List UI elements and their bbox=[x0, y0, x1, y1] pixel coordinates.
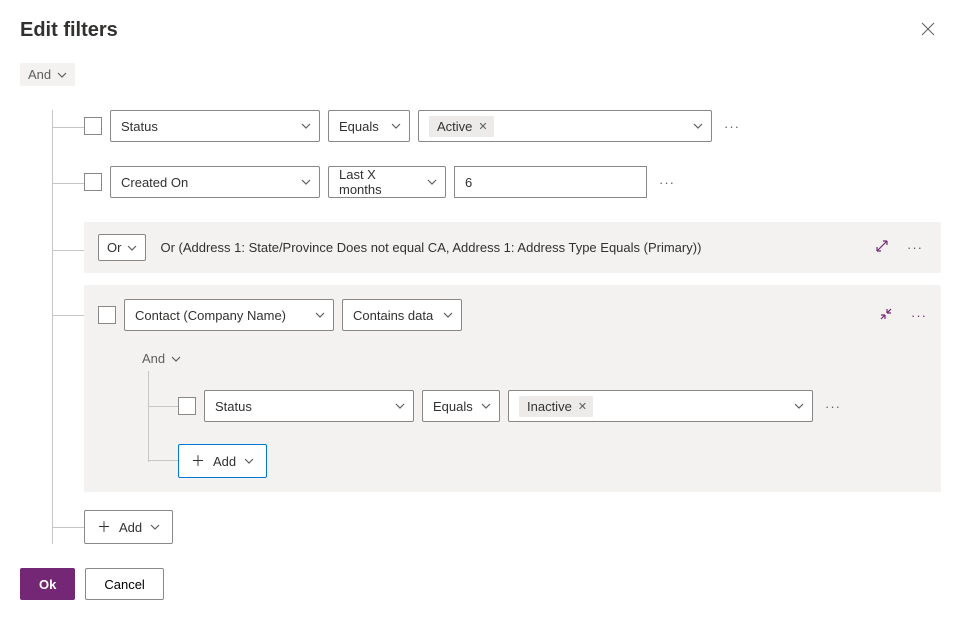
chevron-down-icon bbox=[150, 524, 160, 530]
row-checkbox[interactable] bbox=[84, 117, 102, 135]
tree-line bbox=[52, 250, 84, 251]
chevron-down-icon bbox=[127, 245, 137, 251]
operator-select[interactable]: Equals bbox=[422, 390, 500, 422]
tree-line bbox=[52, 315, 84, 316]
chip-remove-icon[interactable]: ✕ bbox=[578, 400, 587, 413]
filter-row: Status Equals Inactive bbox=[138, 390, 927, 422]
operator-label: Contains data bbox=[353, 308, 433, 323]
chevron-down-icon bbox=[794, 403, 804, 409]
filter-row: Created On Last X months 6 ··· bbox=[44, 166, 941, 198]
chevron-down-icon bbox=[395, 403, 405, 409]
filter-tree: Status Equals Active ✕ ··· bbox=[20, 110, 941, 544]
close-icon[interactable] bbox=[915, 16, 941, 45]
plus-icon: ＋ bbox=[191, 451, 205, 471]
chevron-down-icon bbox=[693, 123, 703, 129]
chevron-down-icon bbox=[301, 123, 311, 129]
chevron-down-icon bbox=[481, 403, 491, 409]
row-more-icon[interactable]: ··· bbox=[720, 119, 744, 134]
operator-select[interactable]: Equals bbox=[328, 110, 410, 142]
field-label: Contact (Company Name) bbox=[135, 308, 286, 323]
related-entity-select[interactable]: Contact (Company Name) bbox=[124, 299, 334, 331]
nested-group-connector[interactable]: And bbox=[138, 349, 185, 368]
root-group-label: And bbox=[28, 67, 51, 82]
chip-remove-icon[interactable]: ✕ bbox=[478, 120, 487, 133]
chevron-down-icon bbox=[391, 123, 401, 129]
plus-icon: ＋ bbox=[97, 517, 111, 537]
add-row-wrap: ＋ Add bbox=[138, 444, 927, 478]
row-more-icon[interactable]: ··· bbox=[911, 308, 927, 323]
row-more-icon[interactable]: ··· bbox=[903, 240, 927, 255]
or-group-block: Or Or (Address 1: State/Province Does no… bbox=[84, 222, 941, 273]
row-more-icon[interactable]: ··· bbox=[821, 399, 845, 414]
chevron-down-icon bbox=[315, 312, 325, 318]
field-select[interactable]: Status bbox=[204, 390, 414, 422]
operator-label: Equals bbox=[433, 399, 473, 414]
related-entity-block: Contact (Company Name) Contains data ··· bbox=[84, 285, 941, 492]
chevron-down-icon bbox=[427, 179, 437, 185]
operator-label: Equals bbox=[339, 119, 379, 134]
operator-select[interactable]: Contains data bbox=[342, 299, 462, 331]
ok-button[interactable]: Ok bbox=[20, 568, 75, 600]
or-label: Or bbox=[107, 240, 121, 255]
chevron-down-icon bbox=[171, 356, 181, 362]
add-label: Add bbox=[213, 454, 236, 469]
dialog-title: Edit filters bbox=[20, 19, 118, 42]
chevron-down-icon bbox=[443, 312, 453, 318]
value-text: 6 bbox=[465, 175, 472, 190]
edit-filters-dialog: Edit filters And Status Equa bbox=[0, 0, 961, 620]
chevron-down-icon bbox=[57, 72, 67, 78]
row-checkbox[interactable] bbox=[178, 397, 196, 415]
dialog-footer: Ok Cancel bbox=[20, 568, 941, 600]
root-group-connector[interactable]: And bbox=[20, 63, 75, 86]
chip-label: Active bbox=[437, 119, 472, 134]
expand-icon[interactable] bbox=[875, 239, 889, 256]
value-input[interactable]: 6 bbox=[454, 166, 647, 198]
filter-row: Status Equals Active ✕ ··· bbox=[44, 110, 941, 142]
value-select[interactable]: Inactive ✕ bbox=[508, 390, 813, 422]
field-label: Created On bbox=[121, 175, 188, 190]
or-summary-text: Or (Address 1: State/Province Does not e… bbox=[160, 240, 861, 255]
collapse-icon[interactable] bbox=[879, 307, 893, 324]
or-group-connector[interactable]: Or bbox=[98, 234, 146, 261]
operator-label: Last X months bbox=[339, 167, 419, 197]
add-row-wrap: ＋ Add bbox=[44, 510, 941, 544]
add-button[interactable]: ＋ Add bbox=[178, 444, 267, 478]
nested-group-label: And bbox=[142, 351, 165, 366]
row-checkbox[interactable] bbox=[84, 173, 102, 191]
field-label: Status bbox=[121, 119, 158, 134]
dialog-header: Edit filters bbox=[20, 16, 941, 45]
value-chip: Active ✕ bbox=[429, 116, 494, 137]
value-chip: Inactive ✕ bbox=[519, 396, 593, 417]
add-label: Add bbox=[119, 520, 142, 535]
value-select[interactable]: Active ✕ bbox=[418, 110, 712, 142]
field-select[interactable]: Created On bbox=[110, 166, 320, 198]
row-checkbox[interactable] bbox=[98, 306, 116, 324]
chevron-down-icon bbox=[301, 179, 311, 185]
add-button[interactable]: ＋ Add bbox=[84, 510, 173, 544]
chip-label: Inactive bbox=[527, 399, 572, 414]
nested-group: And Status bbox=[138, 349, 927, 478]
chevron-down-icon bbox=[244, 458, 254, 464]
field-label: Status bbox=[215, 399, 252, 414]
field-select[interactable]: Status bbox=[110, 110, 320, 142]
operator-select[interactable]: Last X months bbox=[328, 166, 446, 198]
row-more-icon[interactable]: ··· bbox=[655, 175, 679, 190]
cancel-button[interactable]: Cancel bbox=[85, 568, 163, 600]
